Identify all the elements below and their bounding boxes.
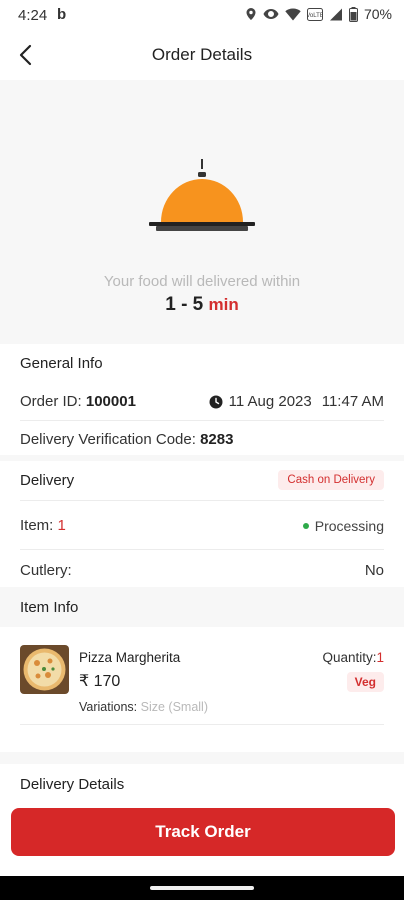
- system-nav-bar: [0, 876, 404, 900]
- pizza-image: [20, 645, 69, 694]
- order-time: 11:47 AM: [321, 393, 384, 410]
- verification-code: 8283: [200, 431, 234, 448]
- signal-icon: [329, 8, 342, 20]
- cutlery-row: Cutlery: No: [20, 562, 384, 579]
- order-id-value: 100001: [85, 393, 136, 410]
- svg-text:VoLTE: VoLTE: [307, 13, 323, 19]
- variations-label: Variations:: [79, 700, 138, 714]
- delivery-message: Your food will delivered within: [103, 273, 301, 290]
- divider: [20, 420, 384, 421]
- order-date: 11 Aug 2023: [228, 393, 312, 410]
- divider: [20, 500, 384, 501]
- battery-icon: [348, 6, 358, 22]
- order-datetime: 11 Aug 2023 11:47 AM: [209, 393, 384, 410]
- status-dot-icon: [302, 523, 309, 529]
- delivery-details-title: Delivery Details: [20, 776, 125, 793]
- order-status-label: Processing: [314, 518, 384, 534]
- quantity-label: Quantity:: [322, 650, 377, 665]
- food-cloche-icon: [149, 159, 255, 231]
- location-icon: [246, 8, 256, 20]
- section-spacer: [0, 455, 404, 461]
- eye-icon: [263, 9, 279, 19]
- wifi-icon: [285, 8, 301, 20]
- app-bar: Order Details: [0, 30, 404, 80]
- item-variations: Variations: Size (Small): [79, 700, 208, 714]
- home-gesture-handle[interactable]: [150, 886, 254, 890]
- status-bar: 4:24 b VoLTE 70%: [0, 0, 404, 30]
- veg-badge: Veg: [346, 672, 384, 692]
- cutlery-value: No: [364, 562, 384, 579]
- page-title: Order Details: [151, 45, 253, 64]
- pizza-icon: [20, 645, 69, 694]
- general-info-title: General Info: [20, 355, 103, 372]
- verification-code-row: Delivery Verification Code: 8283: [20, 431, 384, 448]
- order-id-row: Order ID: 100001 11 Aug 2023 11:47 AM: [20, 393, 384, 410]
- verification-label: Delivery Verification Code:: [20, 431, 196, 448]
- variations-value: Size (Small): [140, 700, 208, 714]
- delivery-time-range: 1 - 5: [165, 294, 204, 315]
- item-label: Item:: [20, 517, 54, 534]
- quantity-value: 1: [376, 650, 384, 665]
- delivery-time-unit: min: [208, 295, 239, 314]
- battery-percent: 70%: [363, 6, 392, 22]
- section-spacer: [0, 752, 404, 764]
- track-order-button[interactable]: Track Order: [11, 808, 395, 856]
- item-quantity: Quantity:1: [322, 650, 384, 665]
- volte-icon: VoLTE: [306, 7, 323, 21]
- item-price: ₹ 170: [79, 673, 121, 690]
- cutlery-label: Cutlery:: [20, 562, 72, 579]
- delivery-label: Delivery: [20, 472, 75, 489]
- divider: [20, 724, 384, 725]
- status-time: 4:24: [18, 7, 48, 24]
- item-count: 1: [57, 517, 66, 534]
- divider: [20, 549, 384, 550]
- delivery-time: 1 - 5 min: [0, 294, 404, 316]
- notification-b-icon: b: [57, 6, 67, 23]
- clock-icon: [209, 395, 223, 408]
- order-id-label: Order ID:: [20, 393, 82, 410]
- payment-method-badge: Cash on Delivery: [278, 470, 384, 490]
- item-name: Pizza Margherita: [79, 650, 181, 665]
- item-info-title: Item Info: [20, 599, 79, 616]
- order-status: Processing: [302, 518, 384, 534]
- delivery-time-banner: Your food will delivered within 1 - 5 mi…: [0, 80, 404, 344]
